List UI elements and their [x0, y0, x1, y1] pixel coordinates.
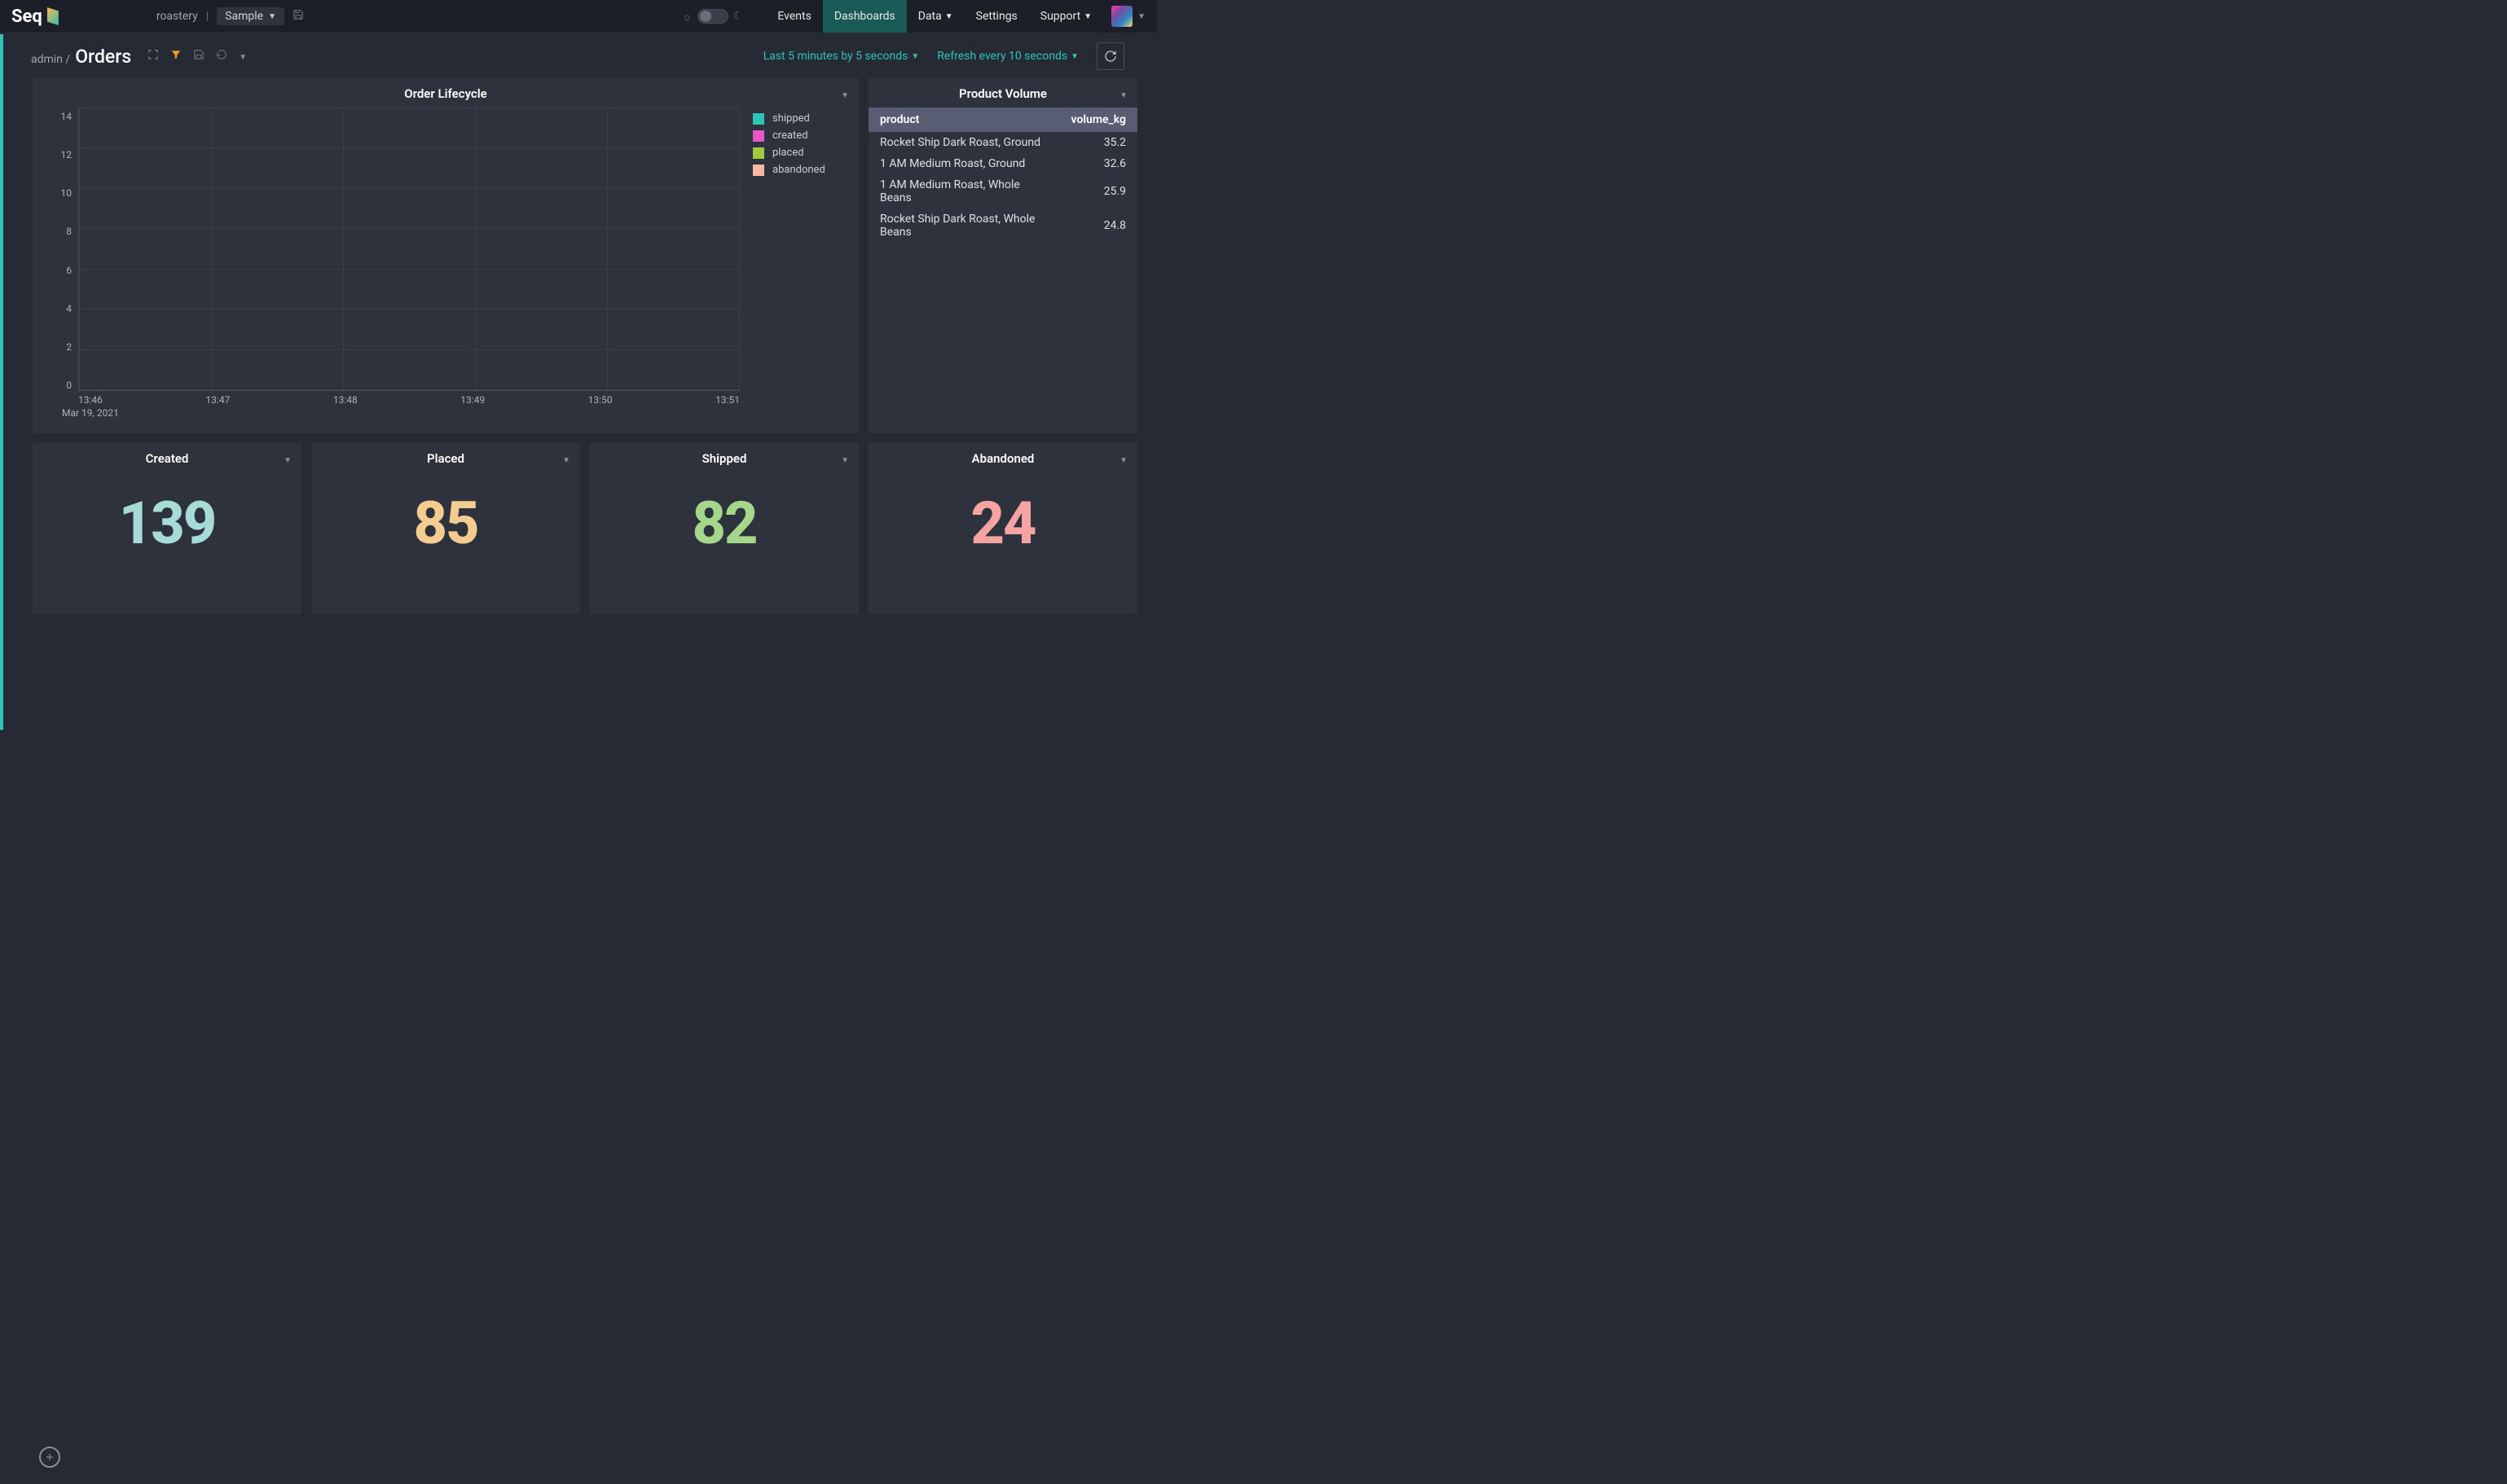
nav-dashboards[interactable]: Dashboards	[823, 0, 907, 33]
panel-title: Placed	[311, 443, 580, 472]
plot-area[interactable]	[78, 108, 740, 391]
nav-data[interactable]: Data▼	[907, 0, 965, 33]
panel-placed: Placed ▼ 85	[311, 443, 580, 614]
y-axis: 14121086420	[44, 108, 78, 422]
panel-shipped: Shipped ▼ 82	[590, 443, 859, 614]
chart: 14121086420 13:4613:4713:4813:4913:5013:…	[33, 108, 859, 433]
sun-icon: ☼	[682, 10, 693, 24]
save-icon[interactable]	[193, 49, 205, 64]
panel-abandoned: Abandoned ▼ 24	[869, 443, 1137, 614]
refresh-interval-dropdown[interactable]: Refresh every 10 seconds ▼	[937, 50, 1079, 63]
chevron-down-icon: ▼	[1119, 456, 1128, 465]
chevron-down-icon: ▼	[1084, 12, 1092, 21]
panel-menu-button[interactable]: ▼	[841, 88, 849, 101]
panel-title: Created	[33, 443, 301, 472]
table-row[interactable]: 1 AM Medium Roast, Whole Beans25.9	[869, 174, 1137, 209]
x-date: Mar 19, 2021	[62, 406, 740, 419]
stat-value: 82	[590, 472, 859, 558]
panel-menu-button[interactable]: ▼	[841, 453, 849, 466]
chevron-down-icon: ▼	[945, 12, 953, 21]
chevron-down-icon: ▼	[268, 12, 276, 21]
logo-text: Seq	[11, 7, 42, 27]
stat-value: 24	[869, 472, 1137, 558]
divider: |	[206, 10, 209, 23]
table-row[interactable]: 1 AM Medium Roast, Ground32.6	[869, 153, 1137, 174]
logo[interactable]: Seq	[11, 7, 59, 27]
avatar[interactable]	[1111, 6, 1133, 27]
panel-title: Shipped	[590, 443, 859, 472]
legend-created[interactable]: created	[753, 130, 847, 142]
panel-title: Product Volume	[869, 78, 1137, 108]
sample-dropdown[interactable]: Sample ▼	[217, 7, 284, 25]
chevron-down-icon[interactable]: ▼	[1137, 12, 1146, 21]
add-panel-button[interactable]	[39, 1447, 60, 1468]
workspace-selector: roastery | Sample ▼	[156, 7, 304, 25]
nav-right: Events Dashboards Data▼ Settings Support…	[766, 0, 1146, 33]
filter-icon[interactable]	[170, 49, 182, 64]
workspace-name[interactable]: roastery	[156, 10, 198, 23]
x-axis: 13:4613:4713:4813:4913:5013:51 Mar 19, 2…	[78, 391, 740, 422]
refresh-button[interactable]	[1097, 42, 1124, 70]
breadcrumb-owner[interactable]: admin /	[31, 53, 70, 66]
chevron-down-icon: ▼	[1071, 52, 1079, 61]
fullscreen-icon[interactable]	[147, 49, 159, 64]
stat-value: 139	[33, 472, 301, 558]
panel-menu-button[interactable]: ▼	[1119, 453, 1128, 466]
legend-shipped[interactable]: shipped	[753, 112, 847, 125]
more-dropdown[interactable]: ▼	[239, 50, 247, 63]
toggle-track	[697, 9, 728, 24]
stat-value: 85	[311, 472, 580, 558]
panel-created: Created ▼ 139	[33, 443, 301, 614]
legend-abandoned[interactable]: abandoned	[753, 164, 847, 176]
top-nav: Seq roastery | Sample ▼ ☼ ☾ Events Dashb…	[0, 0, 1157, 33]
panel-menu-button[interactable]: ▼	[562, 453, 570, 466]
save-icon[interactable]	[292, 9, 304, 24]
chevron-down-icon: ▼	[284, 456, 292, 465]
sample-label: Sample	[225, 10, 263, 23]
undo-icon[interactable]	[216, 49, 227, 64]
chevron-down-icon: ▼	[1119, 91, 1128, 100]
chevron-down-icon: ▼	[911, 52, 919, 61]
table-row[interactable]: Rocket Ship Dark Roast, Whole Beans24.8	[869, 209, 1137, 243]
panel-order-lifecycle: Order Lifecycle ▼ 14121086420 13:4613:47…	[33, 78, 859, 433]
nav-support[interactable]: Support▼	[1029, 0, 1103, 33]
chevron-down-icon: ▼	[562, 456, 570, 465]
breadcrumb: admin / Orders	[31, 46, 131, 68]
page-title: Orders	[75, 46, 131, 68]
panel-product-volume: Product Volume ▼ product volume_kg Rocke…	[869, 78, 1137, 433]
chevron-down-icon: ▼	[239, 53, 247, 62]
theme-toggle[interactable]: ☼ ☾	[682, 9, 743, 24]
time-range-dropdown[interactable]: Last 5 minutes by 5 seconds ▼	[763, 50, 920, 63]
logo-mark-icon	[47, 7, 59, 25]
chevron-down-icon: ▼	[841, 91, 849, 100]
panel-menu-button[interactable]: ▼	[1119, 88, 1128, 101]
panel-menu-button[interactable]: ▼	[284, 453, 292, 466]
subheader: admin / Orders ▼ Last 5 minutes by 5 sec…	[0, 33, 1157, 78]
chevron-down-icon: ▼	[841, 456, 849, 465]
volume-table: product volume_kg Rocket Ship Dark Roast…	[869, 108, 1137, 243]
dashboard-grid: Order Lifecycle ▼ 14121086420 13:4613:47…	[0, 78, 1157, 614]
legend: shipped created placed abandoned	[740, 108, 847, 422]
col-product[interactable]: product	[869, 108, 1060, 132]
nav-events[interactable]: Events	[766, 0, 822, 33]
table-row[interactable]: Rocket Ship Dark Roast, Ground35.2	[869, 132, 1137, 153]
legend-placed[interactable]: placed	[753, 147, 847, 159]
nav-settings[interactable]: Settings	[965, 0, 1029, 33]
toolbar: ▼	[147, 49, 247, 64]
panel-title: Abandoned	[869, 443, 1137, 472]
moon-icon: ☾	[733, 10, 744, 23]
col-volume[interactable]: volume_kg	[1060, 108, 1137, 132]
time-controls: Last 5 minutes by 5 seconds ▼ Refresh ev…	[763, 42, 1124, 70]
panel-title: Order Lifecycle	[33, 78, 859, 108]
